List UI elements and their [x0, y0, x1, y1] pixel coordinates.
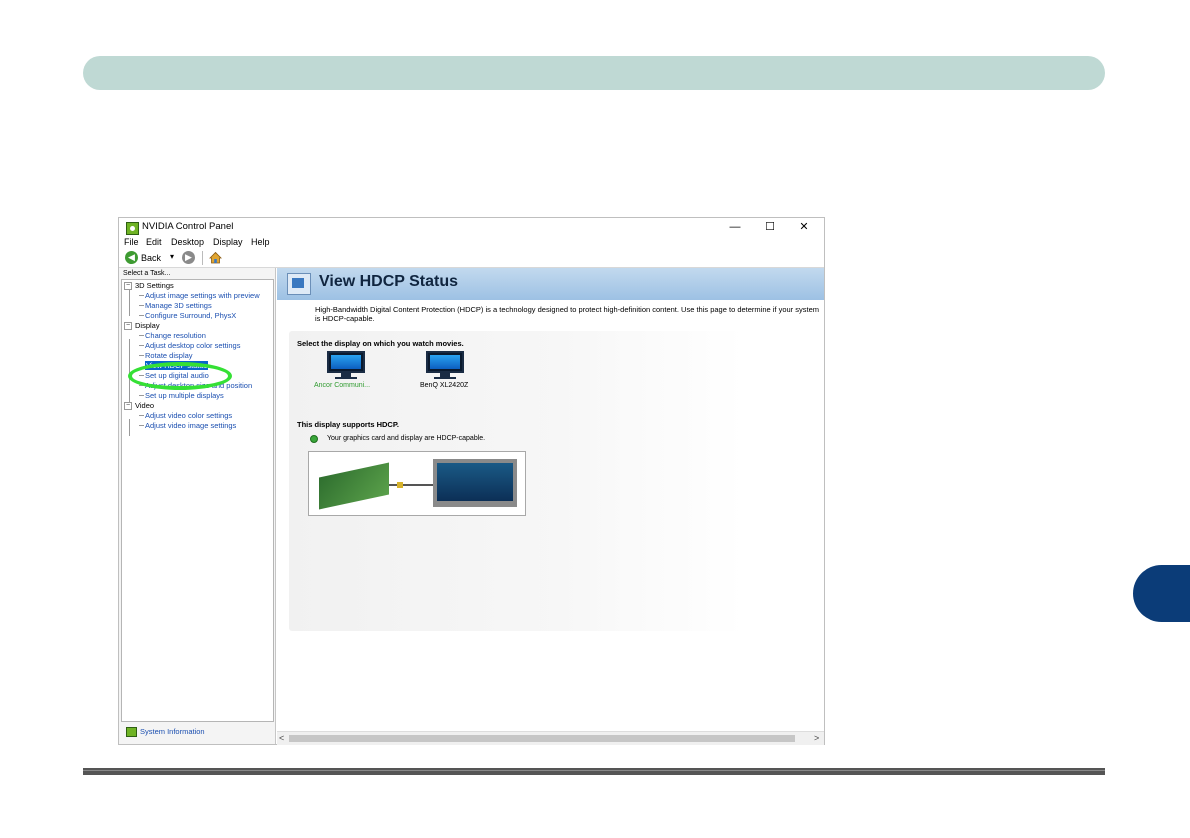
- category-video[interactable]: Video: [135, 401, 154, 410]
- forward-arrow-icon[interactable]: ▶: [182, 251, 195, 264]
- hdcp-panel: Select the display on which you watch mo…: [289, 331, 744, 631]
- page-description: High-Bandwidth Digital Content Protectio…: [315, 305, 820, 323]
- tree-connector: [129, 289, 130, 316]
- menu-edit[interactable]: Edit: [146, 237, 162, 247]
- callout-highlight-ellipse: [128, 362, 232, 390]
- monitor-icon[interactable]: [327, 351, 365, 379]
- menu-bar: File Edit Desktop Display Help: [119, 237, 824, 249]
- collapse-3d-settings-icon[interactable]: −: [124, 282, 132, 290]
- category-3d-settings[interactable]: 3D Settings: [135, 281, 174, 290]
- menu-display[interactable]: Display: [213, 237, 243, 247]
- home-icon[interactable]: [209, 251, 222, 264]
- close-button[interactable]: ✕: [789, 219, 819, 236]
- hdcp-illustration-image: [308, 451, 526, 516]
- select-task-label: Select a Task...: [123, 270, 171, 277]
- status-ok-icon: [310, 435, 318, 443]
- title-bar[interactable]: NVIDIA Control Panel — ☐ ✕: [119, 218, 824, 237]
- collapse-display-icon[interactable]: −: [124, 322, 132, 330]
- display-option-ancor[interactable]: Ancor Communi...: [314, 382, 370, 389]
- hdcp-support-detail: Your graphics card and display are HDCP-…: [327, 435, 486, 442]
- back-button[interactable]: Back: [141, 253, 161, 263]
- task-adjust-video-color[interactable]: Adjust video color settings: [138, 411, 232, 420]
- collapse-video-icon[interactable]: −: [124, 402, 132, 410]
- task-set-up-multiple-displays[interactable]: Set up multiple displays: [139, 391, 224, 400]
- cable-image: [389, 484, 434, 486]
- toolbar: ◀ Back ▾ ▶: [119, 249, 824, 268]
- task-adjust-image-settings[interactable]: Adjust image settings with preview: [139, 291, 260, 300]
- scrollbar-thumb[interactable]: [289, 735, 795, 742]
- toolbar-separator: [202, 251, 203, 265]
- history-dropdown-icon[interactable]: ▾: [170, 252, 174, 261]
- monitor-icon[interactable]: [426, 351, 464, 379]
- chapter-tab-marker: [1133, 565, 1190, 622]
- scroll-left-icon[interactable]: <: [279, 733, 284, 743]
- hdcp-page-icon: [287, 273, 311, 295]
- minimize-button[interactable]: —: [720, 219, 750, 236]
- page-title: View HDCP Status: [319, 273, 459, 290]
- window-title: NVIDIA Control Panel: [142, 221, 234, 232]
- footer-rule: [83, 768, 1105, 775]
- tv-display-image: [433, 459, 517, 507]
- maximize-button[interactable]: ☐: [755, 219, 785, 236]
- menu-file[interactable]: File: [124, 237, 139, 247]
- graphics-card-image: [319, 462, 389, 510]
- horizontal-scrollbar[interactable]: < >: [277, 731, 824, 745]
- system-information-label[interactable]: System Information: [140, 727, 205, 736]
- task-pane: Select a Task... − 3D Settings Adjust im…: [119, 268, 276, 744]
- task-adjust-desktop-color[interactable]: Adjust desktop color settings: [138, 341, 240, 350]
- back-arrow-icon[interactable]: ◀: [125, 251, 138, 264]
- task-rotate-display[interactable]: Rotate display: [139, 351, 193, 360]
- tree-connector: [129, 419, 130, 436]
- nvidia-app-icon: [126, 222, 139, 235]
- task-tree: − 3D Settings Adjust image settings with…: [121, 279, 274, 722]
- task-manage-3d-settings[interactable]: Manage 3D settings: [139, 301, 212, 310]
- menu-desktop[interactable]: Desktop: [171, 237, 204, 247]
- page-banner: View HDCP Status: [277, 268, 824, 300]
- display-option-benq[interactable]: BenQ XL2420Z: [420, 382, 468, 389]
- scroll-right-icon[interactable]: >: [814, 733, 819, 743]
- lock-icon: [397, 482, 403, 488]
- select-display-prompt: Select the display on which you watch mo…: [297, 339, 464, 348]
- system-info-icon: [126, 727, 137, 737]
- content-pane: View HDCP Status High-Bandwidth Digital …: [277, 268, 824, 744]
- page-header-band: [83, 56, 1105, 90]
- hdcp-support-heading: This display supports HDCP.: [297, 420, 399, 429]
- category-display[interactable]: Display: [135, 321, 160, 330]
- menu-help[interactable]: Help: [251, 237, 270, 247]
- task-change-resolution[interactable]: Change resolution: [139, 331, 206, 340]
- task-configure-surround[interactable]: Configure Surround, PhysX: [138, 311, 236, 320]
- nvidia-control-panel-window: NVIDIA Control Panel — ☐ ✕ File Edit Des…: [118, 217, 825, 745]
- task-adjust-video-image[interactable]: Adjust video image settings: [138, 421, 236, 430]
